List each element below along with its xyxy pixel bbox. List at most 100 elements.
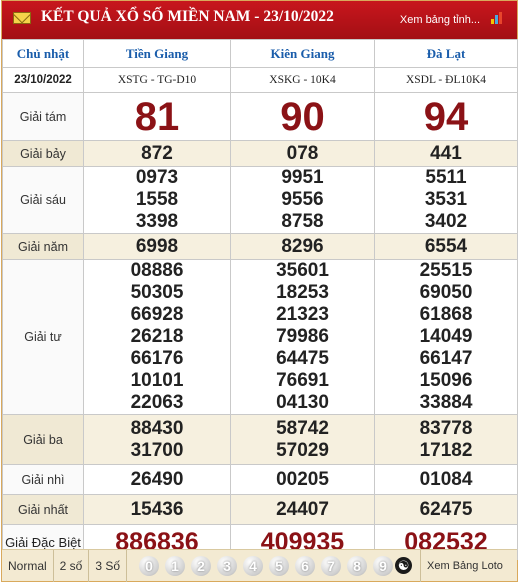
- digit-filter-6[interactable]: 6: [295, 555, 316, 576]
- prize-number[interactable]: 24407: [231, 499, 374, 521]
- prize-number[interactable]: 26490: [84, 469, 230, 491]
- prize-cell: 15436: [83, 494, 231, 525]
- prize-cell: 9951 9556 8758: [230, 166, 375, 234]
- prize-row: Giải tám 81 90 94: [2, 92, 518, 141]
- view-provinces-link[interactable]: Xem bảng tỉnh...: [400, 14, 480, 26]
- option-2-digits[interactable]: 2 số: [54, 549, 90, 582]
- prize-number[interactable]: 83778: [375, 418, 517, 440]
- option-3-digits[interactable]: 3 Số: [89, 549, 128, 582]
- prize-number[interactable]: 62475: [375, 499, 517, 521]
- prize-number[interactable]: 22063: [84, 392, 230, 414]
- prize-cell: 872: [83, 140, 231, 167]
- prize-number[interactable]: 21323: [231, 304, 374, 326]
- bar-chart-icon[interactable]: [491, 12, 507, 24]
- prize-number[interactable]: 50305: [84, 282, 230, 304]
- digit-filter-9[interactable]: 9: [373, 555, 394, 576]
- prize-number[interactable]: 8758: [231, 211, 374, 233]
- prize-number[interactable]: 66147: [375, 348, 517, 370]
- prize-number[interactable]: 90: [231, 95, 374, 139]
- prize-number[interactable]: 872: [84, 143, 230, 165]
- yin-yang-icon[interactable]: ☯: [395, 557, 413, 574]
- prize-number[interactable]: 1558: [84, 189, 230, 211]
- prize-number[interactable]: 66928: [84, 304, 230, 326]
- prize-number[interactable]: 3402: [375, 211, 517, 233]
- prize-number[interactable]: 69050: [375, 282, 517, 304]
- prize-row: Giải sáu 0973 1558 3398 9951 9556 8758 5511 3531…: [2, 166, 518, 234]
- digit-filter-1[interactable]: 1: [165, 555, 186, 576]
- digit-filter-8[interactable]: 8: [347, 555, 368, 576]
- prize-number[interactable]: 9951: [231, 167, 374, 189]
- prize-number[interactable]: 79986: [231, 326, 374, 348]
- prize-number[interactable]: 31700: [84, 440, 230, 462]
- prize-number[interactable]: 66176: [84, 348, 230, 370]
- option-normal[interactable]: Normal: [2, 549, 54, 582]
- prize-number[interactable]: 0973: [84, 167, 230, 189]
- prize-number[interactable]: 26218: [84, 326, 230, 348]
- prize-cell: 00205: [230, 464, 375, 495]
- prize-number[interactable]: 14049: [375, 326, 517, 348]
- prize-cell: 6554: [374, 233, 518, 260]
- prize-number[interactable]: 08886: [84, 260, 230, 282]
- prize-number[interactable]: 35601: [231, 260, 374, 282]
- prize-cell: 24407: [230, 494, 375, 525]
- prize-row: Giải năm 6998 8296 6554: [2, 233, 518, 260]
- prize-cell: 83778 17182: [374, 414, 518, 465]
- prize-number[interactable]: 18253: [231, 282, 374, 304]
- ticket-code: XSDL - ĐL10K4: [374, 67, 518, 93]
- prize-number[interactable]: 10101: [84, 370, 230, 392]
- prize-cell: 26490: [83, 464, 231, 495]
- digit-filter-2[interactable]: 2: [191, 555, 212, 576]
- prize-number[interactable]: 8296: [231, 236, 374, 258]
- day-of-week: Chủ nhật: [2, 39, 84, 68]
- prize-number[interactable]: 6554: [375, 236, 517, 258]
- prize-number[interactable]: 04130: [231, 392, 374, 414]
- prize-number[interactable]: 15096: [375, 370, 517, 392]
- prize-cell: 90: [230, 92, 375, 141]
- prize-number[interactable]: 00205: [231, 469, 374, 491]
- prize-number[interactable]: 5511: [375, 167, 517, 189]
- prize-number[interactable]: 88430: [84, 418, 230, 440]
- prize-cell: 35601 18253 21323 79986 64475 76691 04130: [230, 259, 375, 415]
- prize-number[interactable]: 078: [231, 143, 374, 165]
- draw-date: 23/10/2022: [2, 67, 84, 93]
- digit-filter-3[interactable]: 3: [217, 555, 238, 576]
- prize-cell: 5511 3531 3402: [374, 166, 518, 234]
- prize-number[interactable]: 58742: [231, 418, 374, 440]
- digit-filter-group: 0123456789: [139, 555, 394, 576]
- digit-filter-5[interactable]: 5: [269, 555, 290, 576]
- prize-number[interactable]: 25515: [375, 260, 517, 282]
- prize-number[interactable]: 6998: [84, 236, 230, 258]
- prize-number[interactable]: 64475: [231, 348, 374, 370]
- prize-number[interactable]: 76691: [231, 370, 374, 392]
- prize-number[interactable]: 15436: [84, 499, 230, 521]
- view-loto-link[interactable]: Xem Bảng Loto: [420, 549, 503, 582]
- digit-filter-7[interactable]: 7: [321, 555, 342, 576]
- province-name[interactable]: Kiên Giang: [230, 39, 375, 68]
- prize-number[interactable]: 94: [375, 95, 517, 139]
- prize-number[interactable]: 441: [375, 143, 517, 165]
- prize-number[interactable]: 3398: [84, 211, 230, 233]
- province-name[interactable]: Đà Lạt: [374, 39, 518, 68]
- page-title: KẾT QUẢ XỔ SỐ MIỀN NAM - 23/10/2022: [41, 8, 334, 25]
- prize-number[interactable]: 61868: [375, 304, 517, 326]
- prize-number[interactable]: 3531: [375, 189, 517, 211]
- prize-number[interactable]: 81: [84, 95, 230, 139]
- prize-row: Giải nhì 26490 00205 01084: [2, 464, 518, 495]
- footer-toolbar: Normal 2 số 3 Số 0123456789 ☯ Xem Bảng L…: [2, 549, 517, 582]
- panel-header: KẾT QUẢ XỔ SỐ MIỀN NAM - 23/10/2022 Xem …: [2, 1, 517, 39]
- prize-label: Giải nhất: [2, 494, 84, 525]
- mail-icon: [13, 12, 31, 24]
- prize-number[interactable]: 33884: [375, 392, 517, 414]
- prize-label: Giải bảy: [2, 140, 84, 167]
- prize-cell: 08886 50305 66928 26218 66176 10101 22063: [83, 259, 231, 415]
- prize-number[interactable]: 9556: [231, 189, 374, 211]
- prize-cell: 8296: [230, 233, 375, 260]
- digit-filter-4[interactable]: 4: [243, 555, 264, 576]
- prize-number[interactable]: 01084: [375, 469, 517, 491]
- prize-cell: 078: [230, 140, 375, 167]
- province-name[interactable]: Tiền Giang: [83, 39, 231, 68]
- prize-number[interactable]: 17182: [375, 440, 517, 462]
- prize-number[interactable]: 57029: [231, 440, 374, 462]
- digit-filter-0[interactable]: 0: [139, 555, 160, 576]
- prize-label: Giải tư: [2, 259, 84, 415]
